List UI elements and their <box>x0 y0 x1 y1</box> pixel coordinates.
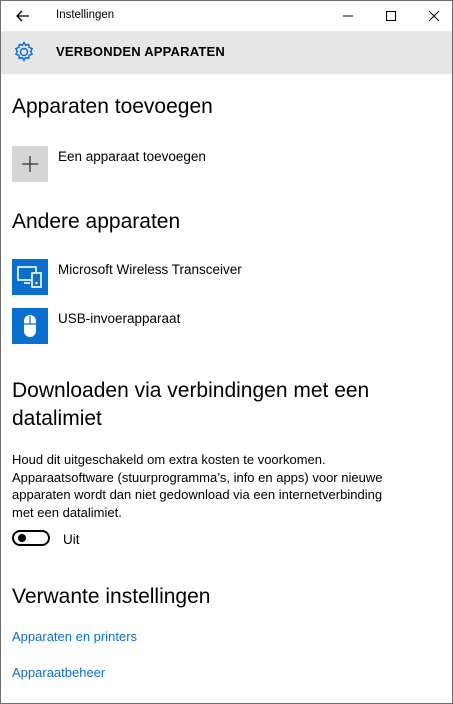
device-name[interactable]: USB-invoerapparaat <box>58 311 180 326</box>
maximize-button[interactable] <box>368 1 414 31</box>
monitor-keyboard-icon[interactable] <box>12 259 48 295</box>
back-arrow-icon[interactable] <box>11 5 35 27</box>
minimize-button[interactable] <box>325 1 371 31</box>
add-device-button[interactable] <box>12 146 48 182</box>
gear-icon <box>12 40 36 64</box>
plus-icon <box>22 156 38 172</box>
toggle-state-label: Uit <box>63 532 80 547</box>
device-name[interactable]: Microsoft Wireless Transceiver <box>58 262 242 277</box>
description-line: met een datalimiet. <box>12 504 122 520</box>
page-header: VERBONDEN APPARATEN <box>1 31 452 74</box>
page-title: VERBONDEN APPARATEN <box>56 44 225 59</box>
description-line: Apparaatsoftware (stuurprogramma’s, info… <box>12 469 383 485</box>
description-line: apparaten wordt dan niet gedownload via … <box>12 487 383 502</box>
link-device-manager[interactable]: Apparaatbeheer <box>12 665 105 680</box>
toggle-knob <box>18 534 26 542</box>
metered-download-toggle[interactable] <box>12 530 50 546</box>
metered-description: Houd dit uitgeschakeld om extra kosten t… <box>12 451 432 521</box>
title-bar: Instellingen <box>1 1 452 31</box>
link-devices-printers[interactable]: Apparaten en printers <box>12 629 137 644</box>
mouse-icon[interactable] <box>12 308 48 344</box>
section-heading-related: Verwante instellingen <box>12 585 211 608</box>
close-button[interactable] <box>411 1 453 31</box>
section-heading-other-devices: Andere apparaten <box>12 210 181 233</box>
section-heading-add-devices: Apparaten toevoegen <box>12 95 213 118</box>
description-line: Houd dit uitgeschakeld om extra kosten t… <box>12 452 326 467</box>
window-title: Instellingen <box>56 9 115 21</box>
add-device-label[interactable]: Een apparaat toevoegen <box>58 149 206 164</box>
section-heading-metered: Downloaden via verbindingen met een <box>12 379 370 402</box>
section-heading-metered-cont: datalimiet <box>12 407 102 430</box>
